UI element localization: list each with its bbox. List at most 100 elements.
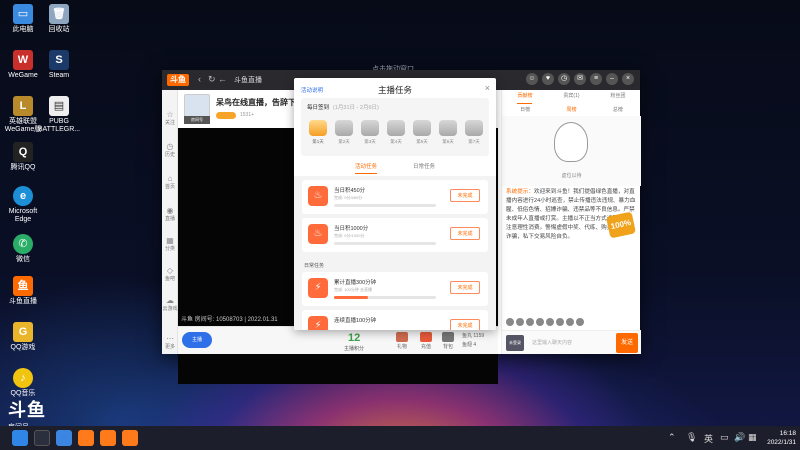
backpack-button[interactable]: 背包 bbox=[440, 332, 456, 350]
emoji-icon[interactable] bbox=[506, 318, 514, 326]
send-button[interactable]: 发送 bbox=[616, 333, 638, 353]
task-status-button[interactable]: 未完成 bbox=[450, 281, 480, 294]
signin-day[interactable]: 第6天 bbox=[437, 120, 459, 145]
task-list[interactable]: ♨ 当日积450分 完成: 0分/450分 未完成 ♨ 当日积1000分 完成:… bbox=[294, 176, 496, 330]
recycle-bin-icon: 🗑 bbox=[49, 4, 69, 24]
flame-icon: ♨ bbox=[308, 186, 328, 206]
subtab-daily[interactable]: 日榜 bbox=[520, 106, 530, 113]
box-icon[interactable] bbox=[546, 318, 554, 326]
title-bar-actions: ☺ ♥ ◷ ✉ ≡ – × bbox=[526, 73, 634, 85]
desktop-icon-qq[interactable]: Q 腾讯QQ bbox=[0, 142, 46, 172]
left-sidebar: ☆ 关注 ◷ 历史 ⌂ 首页 ◉ 直播 ▦ 分类 ◇ 鱼吧 ☁ 云游戏 ⋯ 更多 bbox=[162, 90, 178, 354]
anchor-score-label: 主播积分 bbox=[344, 346, 365, 352]
setting-icon[interactable] bbox=[556, 318, 564, 326]
badge-icon[interactable] bbox=[536, 318, 544, 326]
tab-contribution[interactable]: 贡献榜 bbox=[517, 92, 533, 104]
desktop-icon-edge[interactable]: e Microsoft Edge bbox=[0, 186, 46, 224]
lightning-icon: ⚡ bbox=[308, 278, 328, 298]
wegame-icon: W bbox=[13, 50, 33, 70]
desktop-icon-steam[interactable]: S Steam bbox=[36, 50, 82, 80]
microphone-icon[interactable]: 🎙 bbox=[686, 432, 697, 443]
sidebar-item-fishbar[interactable]: ◇ 鱼吧 bbox=[162, 266, 178, 282]
tab-vip[interactable]: 贵宾(1) bbox=[563, 92, 579, 104]
signin-day[interactable]: 第7天 bbox=[463, 120, 485, 145]
search-icon[interactable] bbox=[34, 430, 50, 446]
douyu-taskbar-icon-2[interactable] bbox=[100, 430, 116, 446]
task-item: ⚡ 累计直播300分钟 完成: 100分钟 去直播 未完成 bbox=[302, 272, 488, 306]
back-icon[interactable]: ‹ bbox=[198, 74, 201, 84]
close-icon[interactable]: × bbox=[622, 73, 634, 85]
treasure-icon bbox=[335, 120, 353, 136]
clock-icon: ◷ bbox=[166, 142, 174, 151]
sidebar-item-more[interactable]: ⋯ 更多 bbox=[162, 334, 178, 350]
system-clock[interactable]: 16:18 2022/1/31 bbox=[760, 429, 796, 447]
desktop-icon-qq-music[interactable]: ♪ QQ音乐 bbox=[0, 368, 46, 398]
filter-icon[interactable] bbox=[566, 318, 574, 326]
network-icon[interactable]: ▦ bbox=[748, 432, 757, 443]
streamer-mode-button[interactable]: 主播 bbox=[182, 332, 212, 348]
desktop-icon-wechat[interactable]: ✆ 微信 bbox=[0, 234, 46, 264]
user-icon[interactable]: ☺ bbox=[526, 73, 538, 85]
signin-day[interactable]: 第2天 bbox=[333, 120, 355, 145]
recharge-button[interactable]: 充值 bbox=[418, 332, 434, 350]
signin-day[interactable]: 第5天 bbox=[411, 120, 433, 145]
back-arrow-icon[interactable]: ← bbox=[218, 74, 227, 84]
gift-button[interactable]: 礼物 bbox=[394, 332, 410, 350]
close-icon[interactable]: × bbox=[485, 83, 490, 93]
chat-toolbar bbox=[502, 316, 641, 328]
treasure-icon bbox=[465, 120, 483, 136]
cloud-icon: ☁ bbox=[166, 296, 174, 305]
desktop-icon-douyu[interactable]: 鱼 斗鱼直播 bbox=[0, 276, 46, 306]
tab-daily-tasks[interactable]: 日常任务 bbox=[413, 162, 435, 174]
chat-user-avatar[interactable]: 未登录 bbox=[506, 335, 524, 351]
daily-signin: 每日签到 (1月31日 - 2月6日) 第1天 第2天 第3天 第4天 第5天 第… bbox=[301, 98, 489, 156]
task-item: ♨ 当日积1000分 完成: 0分/1000分 未完成 bbox=[302, 218, 488, 252]
level-badge bbox=[216, 112, 236, 119]
task-status-button[interactable]: 未完成 bbox=[450, 319, 480, 330]
display-icon[interactable]: ▭ bbox=[720, 432, 729, 443]
sidebar-item-history[interactable]: ◷ 历史 bbox=[162, 142, 178, 158]
chevron-up-icon[interactable]: ⌃ bbox=[668, 432, 676, 443]
task-progress-fill bbox=[334, 296, 368, 299]
tab-fan-club[interactable]: 粉丝团 bbox=[610, 92, 625, 104]
desktop-icon-pubg[interactable]: ▤ PUBG BATTLEGR... bbox=[36, 96, 82, 134]
history-icon[interactable]: ◷ bbox=[558, 73, 570, 85]
sidebar-item-cloud-game[interactable]: ☁ 云游戏 bbox=[162, 296, 178, 312]
sidebar-item-category[interactable]: ▦ 分类 bbox=[162, 236, 178, 252]
desktop-icon-recycle-bin[interactable]: 🗑 回收站 bbox=[36, 4, 82, 34]
signin-day[interactable]: 第1天 bbox=[307, 120, 329, 145]
message-icon[interactable]: ✉ bbox=[574, 73, 586, 85]
ranking-subtabs: 日榜 周榜 总榜 bbox=[502, 106, 641, 113]
subtab-weekly[interactable]: 周榜 bbox=[566, 106, 576, 113]
task-view-icon[interactable] bbox=[56, 430, 72, 446]
rank-empty-label: 虚位以待 bbox=[561, 173, 582, 179]
menu-icon[interactable]: ≡ bbox=[590, 73, 602, 85]
qq-icon: Q bbox=[13, 142, 33, 162]
sidebar-item-live[interactable]: ◉ 直播 bbox=[162, 206, 178, 222]
heart-icon[interactable]: ♥ bbox=[542, 73, 554, 85]
signin-day[interactable]: 第4天 bbox=[385, 120, 407, 145]
signin-day[interactable]: 第3天 bbox=[359, 120, 381, 145]
window-room-title: 斗鱼直播 bbox=[234, 77, 262, 84]
refresh-icon[interactable]: ↻ bbox=[208, 74, 216, 85]
chat-input[interactable]: 这里输入聊天内容 bbox=[528, 335, 614, 351]
treasure-icon bbox=[413, 120, 431, 136]
douyu-taskbar-icon-3[interactable] bbox=[122, 430, 138, 446]
douyu-taskbar-icon[interactable] bbox=[78, 430, 94, 446]
sidebar-item-home[interactable]: ⌂ 首页 bbox=[162, 174, 178, 190]
windows-start-icon[interactable] bbox=[12, 430, 28, 446]
volume-icon[interactable]: 🔊 bbox=[734, 432, 745, 443]
task-status-button[interactable]: 未完成 bbox=[450, 227, 480, 240]
tab-activity-tasks[interactable]: 活动任务 bbox=[354, 162, 377, 174]
subtab-total[interactable]: 总榜 bbox=[613, 106, 623, 113]
desktop-icon-qq-game[interactable]: G QQ游戏 bbox=[0, 322, 46, 352]
ime-indicator[interactable]: 英 bbox=[704, 432, 713, 445]
task-status-button[interactable]: 未完成 bbox=[450, 189, 480, 202]
sidebar-item-follow[interactable]: ☆ 关注 bbox=[162, 110, 178, 126]
crown-icon[interactable] bbox=[526, 318, 534, 326]
trash-icon[interactable] bbox=[576, 318, 584, 326]
barrage-icon[interactable] bbox=[516, 318, 524, 326]
minimize-icon[interactable]: – bbox=[606, 73, 618, 85]
more-icon: ⋯ bbox=[166, 334, 174, 343]
ranking-area: 虚位以待 bbox=[502, 116, 641, 186]
